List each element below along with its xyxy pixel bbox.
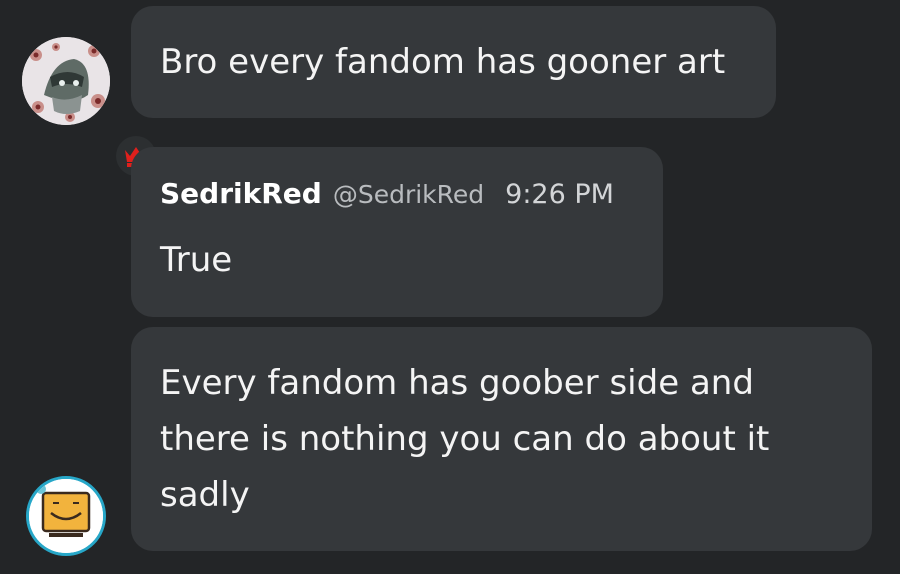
timestamp: 9:26 PM <box>505 179 614 210</box>
user-handle[interactable]: @SedrikRed <box>333 180 484 209</box>
message-bubble: SedrikRed @SedrikRed 9:26 PM True <box>131 147 663 317</box>
message-bubble: Every fandom has goober side and there i… <box>131 327 872 551</box>
message-text: Bro every fandom has gooner art <box>160 42 726 82</box>
username[interactable]: SedrikRed <box>160 177 322 210</box>
message-text: Every fandom has goober side and there i… <box>160 363 770 515</box>
message-header: SedrikRed @SedrikRed 9:26 PM <box>160 177 614 210</box>
message-text: True <box>160 240 233 280</box>
user-avatar-icon[interactable] <box>22 37 110 125</box>
chat-thread: Bro every fandom has gooner art SedrikRe… <box>0 0 900 574</box>
user-avatar-icon[interactable] <box>26 476 106 556</box>
message-bubble: Bro every fandom has gooner art <box>131 6 776 118</box>
